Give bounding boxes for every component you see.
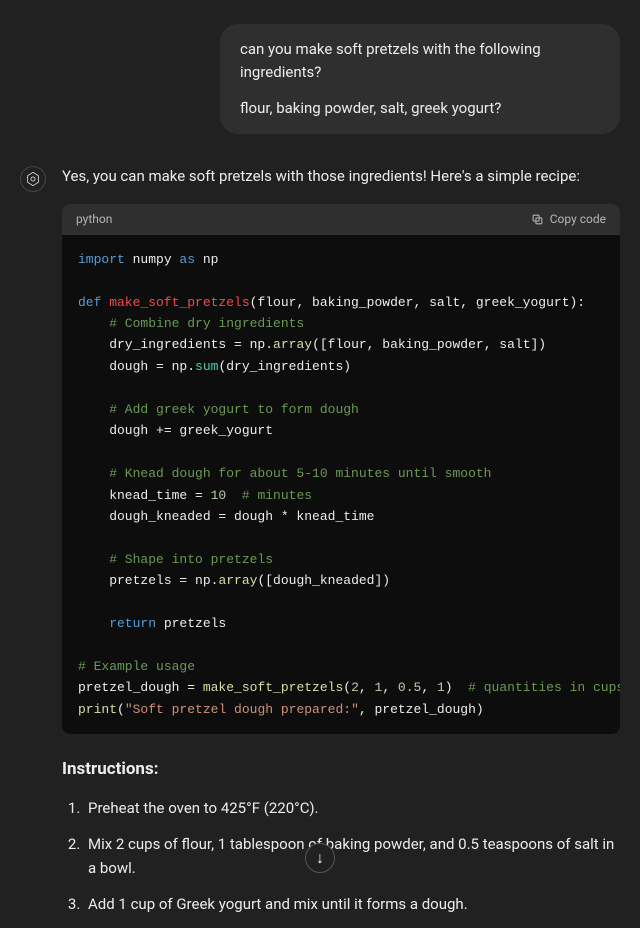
arrow-down-icon: ↓ [316,848,324,868]
code-block: python Copy code import numpy as np def … [62,204,620,735]
assistant-avatar [20,166,46,192]
assistant-message: Yes, you can make soft pretzels with tho… [20,164,620,928]
list-item: Preheat the oven to 425°F (220°C). [84,796,620,820]
copy-code-button[interactable]: Copy code [531,210,606,229]
list-item: Mix 2 cups of flour, 1 tablespoon of bak… [84,832,620,880]
scroll-to-bottom-button[interactable]: ↓ [305,843,335,873]
user-message: can you make soft pretzels with the foll… [20,24,620,134]
user-bubble: can you make soft pretzels with the foll… [220,24,620,134]
code-body[interactable]: import numpy as np def make_soft_pretzel… [62,235,620,735]
user-text-line-2: flour, baking powder, salt, greek yogurt… [240,97,600,120]
chat-container: can you make soft pretzels with the foll… [0,0,640,928]
openai-icon [25,171,41,187]
instructions-header: Instructions: [62,756,620,783]
list-item: Add 1 cup of Greek yogurt and mix until … [84,892,620,916]
instructions-list: Preheat the oven to 425°F (220°C). Mix 2… [62,796,620,916]
copy-code-label: Copy code [550,210,606,229]
assistant-intro-text: Yes, you can make soft pretzels with tho… [62,164,620,188]
assistant-content: Yes, you can make soft pretzels with tho… [62,164,620,928]
code-lang-label: python [76,210,112,229]
copy-icon [531,213,544,226]
user-text-line-1: can you make soft pretzels with the foll… [240,38,600,83]
code-header: python Copy code [62,204,620,235]
